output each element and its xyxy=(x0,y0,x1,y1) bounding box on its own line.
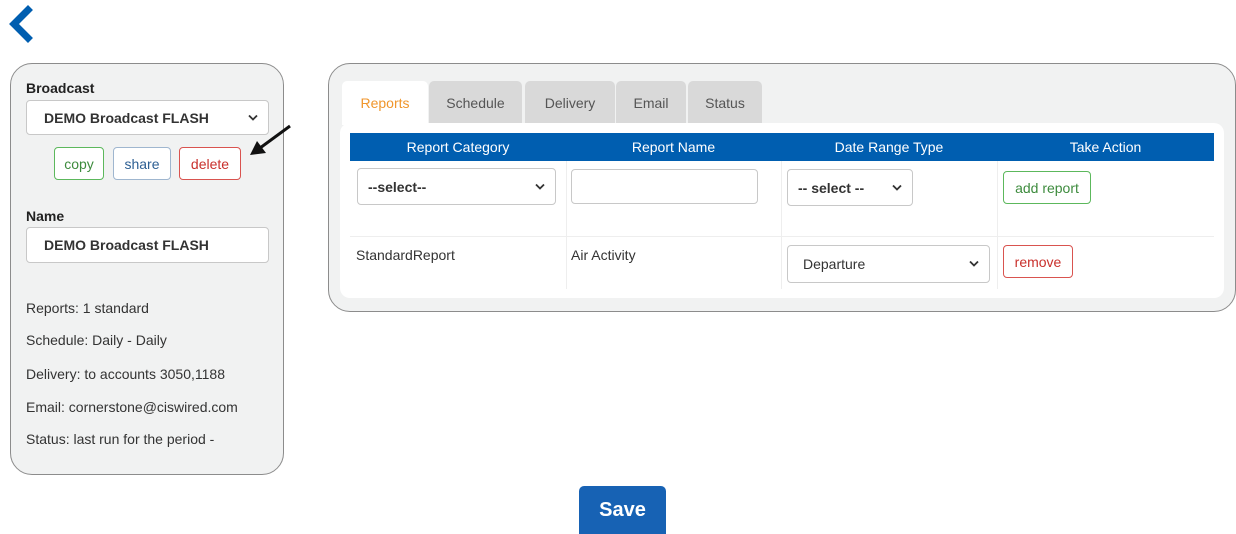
tab-reports[interactable]: Reports xyxy=(342,81,428,125)
cell-report-name: Air Activity xyxy=(571,247,636,263)
tab-delivery[interactable]: Delivery xyxy=(525,81,615,125)
name-input-value: DEMO Broadcast FLASH xyxy=(44,237,209,253)
chevron-down-icon xyxy=(248,114,258,121)
category-select[interactable]: --select-- xyxy=(357,168,556,205)
column-divider xyxy=(997,161,998,289)
copy-button[interactable]: copy xyxy=(54,147,104,180)
header-take-action: Take Action xyxy=(997,133,1214,161)
date-range-select[interactable]: -- select -- xyxy=(787,169,913,206)
chevron-down-icon xyxy=(892,184,902,191)
header-report-name: Report Name xyxy=(566,133,781,161)
header-report-category: Report Category xyxy=(350,133,566,161)
chevron-down-icon xyxy=(535,183,545,190)
tab-status[interactable]: Status xyxy=(688,81,762,125)
add-report-button[interactable]: add report xyxy=(1003,171,1091,204)
tab-schedule[interactable]: Schedule xyxy=(429,81,522,125)
broadcast-select-value: DEMO Broadcast FLASH xyxy=(44,109,209,126)
chevron-down-icon xyxy=(969,260,979,267)
broadcast-label: Broadcast xyxy=(26,80,95,96)
summary-schedule: Schedule: Daily - Daily xyxy=(26,332,167,348)
row-divider xyxy=(350,236,1214,237)
remove-report-button[interactable]: remove xyxy=(1003,245,1073,278)
category-select-value: --select-- xyxy=(368,178,427,195)
header-date-range-type: Date Range Type xyxy=(781,133,997,161)
annotation-arrow-icon xyxy=(250,124,291,155)
summary-email: Email: cornerstone@ciswired.com xyxy=(26,399,238,415)
tab-email[interactable]: Email xyxy=(616,81,686,125)
column-divider xyxy=(781,161,782,289)
share-button[interactable]: share xyxy=(113,147,171,180)
summary-delivery: Delivery: to accounts 3050,1188 xyxy=(26,366,225,382)
delete-button[interactable]: delete xyxy=(179,147,241,180)
summary-status: Status: last run for the period - xyxy=(26,431,215,447)
broadcast-sidebar: Broadcast DEMO Broadcast FLASH copy shar… xyxy=(10,63,284,475)
name-input[interactable]: DEMO Broadcast FLASH xyxy=(26,227,269,263)
report-name-input[interactable] xyxy=(571,169,758,204)
row-date-range-value: Departure xyxy=(803,256,866,272)
row-date-range-select[interactable]: Departure xyxy=(787,245,990,283)
broadcast-select[interactable]: DEMO Broadcast FLASH xyxy=(26,100,269,135)
column-divider xyxy=(566,161,567,289)
report-editor-panel: Reports Schedule Delivery Email Status R… xyxy=(328,63,1236,312)
name-label: Name xyxy=(26,208,65,224)
summary-reports: Reports: 1 standard xyxy=(26,300,149,316)
back-chevron-icon[interactable] xyxy=(6,4,40,44)
cell-category: StandardReport xyxy=(356,247,455,263)
reports-table: Report Category Report Name Date Range T… xyxy=(340,123,1224,298)
save-button[interactable]: Save xyxy=(579,486,666,534)
date-range-select-value: -- select -- xyxy=(798,179,865,196)
